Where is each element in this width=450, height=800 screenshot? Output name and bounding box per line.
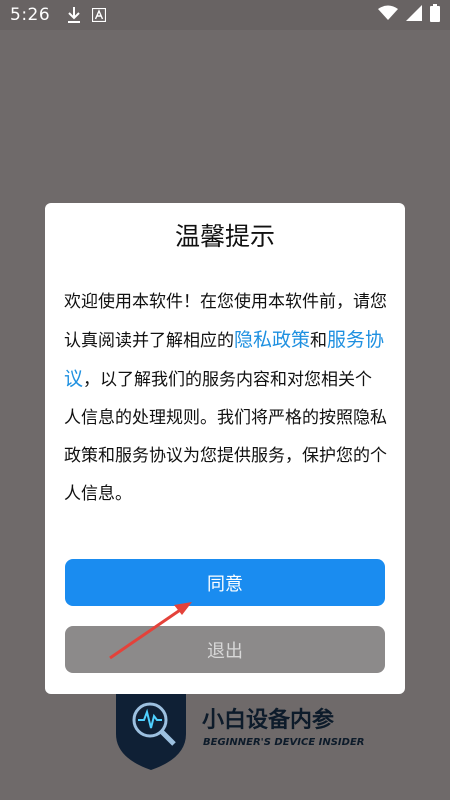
download-icon (66, 6, 82, 24)
app-branding: 小白设备内参 BEGINNER'S DEVICE INSIDER (114, 690, 414, 770)
privacy-dialog: 温馨提示 欢迎使用本软件！在您使用本软件前，请您认真阅读并了解相应的隐私政策和服… (45, 203, 405, 694)
privacy-policy-link[interactable]: 隐私政策 (234, 329, 310, 351)
app-name: 小白设备内参 (202, 708, 335, 733)
dialog-body-and: 和 (310, 331, 328, 351)
exit-button-label: 退出 (207, 640, 243, 662)
status-time: 5:26 (10, 5, 51, 25)
a-notification-icon (92, 8, 107, 22)
dialog-body-text-2: ，以了解我们的服务内容和对您相关个人信息的处理规则。我们将严格的按照隐私政策和服… (64, 370, 387, 504)
agree-button[interactable]: 同意 (65, 559, 385, 606)
dialog-title: 温馨提示 (174, 222, 275, 251)
battery-icon (430, 4, 440, 26)
status-right-icons (378, 4, 440, 26)
status-bar: 5:26 (0, 0, 450, 30)
app-subtitle: BEGINNER'S DEVICE INSIDER (203, 737, 365, 748)
cellular-signal-icon (406, 5, 422, 25)
wifi-icon (378, 5, 398, 25)
shield-magnifier-logo (114, 690, 188, 770)
agree-button-label: 同意 (207, 573, 243, 595)
exit-button[interactable]: 退出 (65, 626, 385, 673)
dialog-body: 欢迎使用本软件！在您使用本软件前，请您认真阅读并了解相应的隐私政策和服务协议，以… (64, 283, 388, 513)
